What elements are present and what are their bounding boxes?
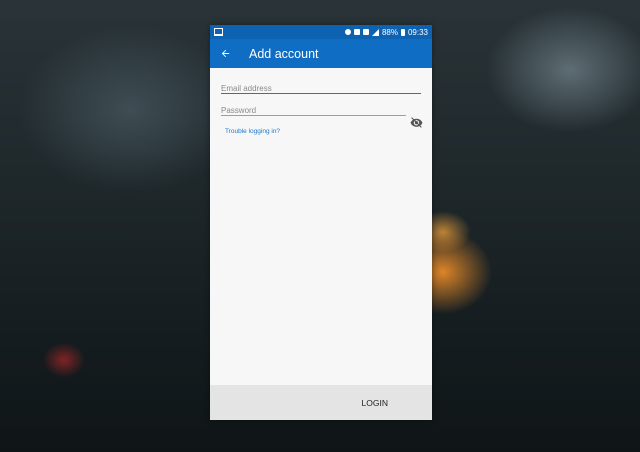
- password-field[interactable]: [221, 103, 406, 118]
- bluetooth-icon: [353, 29, 360, 35]
- arrow-left-icon[interactable]: [216, 45, 234, 63]
- trouble-logging-in-link[interactable]: Trouble logging in?: [225, 128, 280, 135]
- status-left: [214, 28, 223, 36]
- arrow-left-glyph: [221, 49, 229, 58]
- status-right: 88% 09:33: [344, 27, 428, 37]
- login-button[interactable]: LOGIN: [362, 398, 388, 408]
- password-field-container: [221, 100, 406, 118]
- signal-icon: [371, 28, 379, 36]
- status-bar: 88% 09:33: [210, 25, 432, 39]
- alarm-icon: [344, 29, 351, 35]
- email-field-container: [221, 78, 421, 96]
- app-bar: Add account: [210, 39, 432, 68]
- battery-percent: 88%: [381, 27, 398, 37]
- bottom-bar: LOGIN: [210, 385, 432, 420]
- notification-icon: [214, 28, 223, 36]
- eye-off-glyph: [410, 117, 423, 128]
- phone-screen: 88% 09:33 Add account Trouble logging in…: [210, 25, 432, 420]
- page-title: Add account: [249, 46, 319, 61]
- sim-icon: [362, 29, 369, 35]
- status-time: 09:33: [407, 27, 428, 37]
- battery-icon: [400, 28, 405, 36]
- login-form: Trouble logging in?: [210, 68, 432, 138]
- eye-off-icon[interactable]: [410, 115, 423, 128]
- email-field[interactable]: [221, 81, 421, 96]
